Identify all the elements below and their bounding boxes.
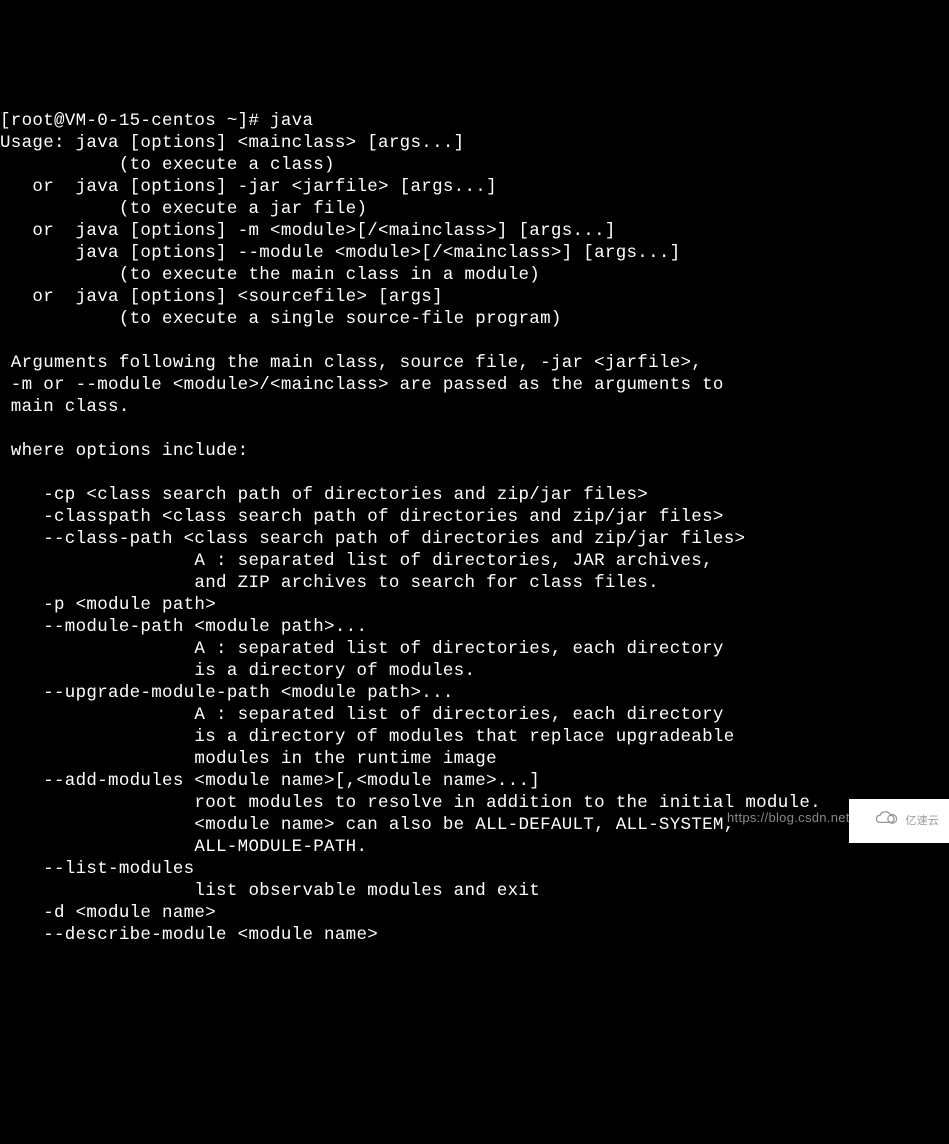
brand-text: 亿速云 bbox=[905, 810, 939, 832]
terminal-line: A : separated list of directories, each … bbox=[0, 705, 724, 725]
terminal-line: (to execute a single source-file program… bbox=[0, 309, 562, 329]
terminal-line: root modules to resolve in addition to t… bbox=[0, 793, 821, 813]
cloud-icon bbox=[859, 786, 902, 857]
terminal-line: -cp <class search path of directories an… bbox=[0, 485, 648, 505]
terminal-line: and ZIP archives to search for class fil… bbox=[0, 573, 659, 593]
terminal-line: --module-path <module path>... bbox=[0, 617, 367, 637]
terminal-line: Usage: java [options] <mainclass> [args.… bbox=[0, 133, 464, 153]
brand-badge: 亿速云 bbox=[849, 799, 949, 843]
terminal-line: main class. bbox=[0, 397, 130, 417]
terminal-line: Arguments following the main class, sour… bbox=[0, 353, 702, 373]
terminal-line: ALL-MODULE-PATH. bbox=[0, 837, 367, 857]
terminal-line: --upgrade-module-path <module path>... bbox=[0, 683, 454, 703]
terminal-line: is a directory of modules that replace u… bbox=[0, 727, 735, 747]
terminal-line: --add-modules <module name>[,<module nam… bbox=[0, 771, 540, 791]
terminal-line: -classpath <class search path of directo… bbox=[0, 507, 724, 527]
terminal-line: A : separated list of directories, each … bbox=[0, 639, 724, 659]
terminal-line: [root@VM-0-15-centos ~]# java bbox=[0, 111, 313, 131]
terminal-line: <module name> can also be ALL-DEFAULT, A… bbox=[0, 815, 735, 835]
terminal-line: or java [options] -jar <jarfile> [args..… bbox=[0, 177, 497, 197]
terminal-line: -m or --module <module>/<mainclass> are … bbox=[0, 375, 724, 395]
terminal-line: (to execute a class) bbox=[0, 155, 335, 175]
terminal-line: is a directory of modules. bbox=[0, 661, 475, 681]
terminal-line: -p <module path> bbox=[0, 595, 216, 615]
terminal-line: --list-modules bbox=[0, 859, 194, 879]
terminal-line: (to execute a jar file) bbox=[0, 199, 367, 219]
terminal-line: -d <module name> bbox=[0, 903, 216, 923]
terminal-line: java [options] --module <module>[/<mainc… bbox=[0, 243, 681, 263]
terminal-line: --class-path <class search path of direc… bbox=[0, 529, 745, 549]
terminal-line: (to execute the main class in a module) bbox=[0, 265, 540, 285]
terminal-line: or java [options] -m <module>[/<mainclas… bbox=[0, 221, 616, 241]
terminal-line: where options include: bbox=[0, 441, 248, 461]
terminal-line: modules in the runtime image bbox=[0, 749, 497, 769]
terminal-line: A : separated list of directories, JAR a… bbox=[0, 551, 713, 571]
terminal-line: or java [options] <sourcefile> [args] bbox=[0, 287, 443, 307]
terminal-line: --describe-module <module name> bbox=[0, 925, 378, 945]
terminal-line: list observable modules and exit bbox=[0, 881, 540, 901]
